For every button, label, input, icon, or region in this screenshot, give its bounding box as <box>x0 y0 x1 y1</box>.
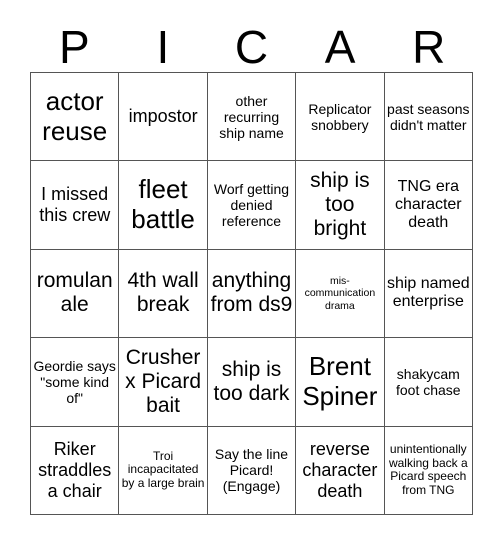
bingo-cell-text: reverse character death <box>302 439 378 501</box>
bingo-cell-text: anything from ds9 <box>210 269 293 317</box>
bingo-header: P I C A R <box>30 22 473 72</box>
header-letter: P <box>58 21 90 73</box>
bingo-cell-text: Riker straddles a chair <box>38 439 112 501</box>
header-letter: C <box>234 21 269 73</box>
bingo-cell[interactable]: Troi incapacitated by a large brain <box>119 426 208 515</box>
bingo-cell-text: Worf getting denied reference <box>213 180 290 230</box>
bingo-cell[interactable]: mis-communication drama <box>296 249 385 339</box>
bingo-cell[interactable]: ship is too bright <box>296 161 385 250</box>
bingo-cell[interactable]: Say the line Picard! (Engage) <box>207 426 297 515</box>
bingo-cell[interactable]: Brent Spiner <box>296 338 385 427</box>
bingo-cell[interactable]: Replicator snobbery <box>296 73 385 162</box>
bingo-cell[interactable]: Riker straddles a chair <box>31 426 120 515</box>
bingo-cell[interactable]: Worf getting denied reference <box>207 161 297 250</box>
bingo-cell-text: Crusher x Picard bait <box>125 345 202 417</box>
bingo-cell[interactable]: I missed this crew <box>31 161 120 250</box>
bingo-cell-text: ship is too dark <box>213 357 290 405</box>
bingo-cell[interactable]: actor reuse <box>31 73 120 162</box>
bingo-cell[interactable]: TNG era character death <box>384 161 473 250</box>
bingo-cell-text: romulan ale <box>36 269 113 317</box>
bingo-cell-text: Say the line Picard! (Engage) <box>214 446 289 495</box>
bingo-cell-text: 4th wall break <box>127 269 199 317</box>
bingo-cell-text: ship named enterprise <box>386 275 470 311</box>
bingo-cell-text: mis-communication drama <box>304 275 376 312</box>
bingo-cell[interactable]: Crusher x Picard bait <box>119 338 208 427</box>
bingo-cell-text: past seasons didn't matter <box>387 100 470 133</box>
bingo-cell[interactable]: reverse character death <box>296 426 385 515</box>
bingo-cell-text: TNG era character death <box>394 177 462 232</box>
bingo-cell[interactable]: other recurring ship name <box>207 73 297 162</box>
bingo-cell-text: Brent Spiner <box>302 351 378 411</box>
bingo-cell[interactable]: past seasons didn't matter <box>384 73 473 162</box>
bingo-cell-text: Replicator snobbery <box>308 100 372 133</box>
header-letter: I <box>156 21 170 73</box>
bingo-cell-text: shakycam foot chase <box>395 365 461 398</box>
bingo-cell[interactable]: 4th wall break <box>119 249 208 339</box>
header-letter: R <box>412 21 446 73</box>
bingo-cell[interactable]: romulan ale <box>31 249 120 339</box>
bingo-cell-text: other recurring ship name <box>219 92 284 141</box>
bingo-cell-text: fleet battle <box>131 174 195 235</box>
bingo-grid: actor reuse impostor other recurring ship … <box>30 72 473 515</box>
bingo-cell[interactable]: Geordie says "some kind of" <box>31 338 120 427</box>
header-letter: A <box>324 21 356 73</box>
bingo-cell[interactable]: unintentionally walking back a Picard sp… <box>384 426 473 515</box>
bingo-cell-text: Troi incapacitated by a large brain <box>121 448 205 491</box>
bingo-cell-text: actor reuse <box>42 85 108 146</box>
bingo-cell[interactable]: impostor <box>119 73 208 162</box>
bingo-cell[interactable]: ship named enterprise <box>384 249 473 339</box>
bingo-cell[interactable]: fleet battle <box>119 161 208 250</box>
bingo-cell-text: Geordie says "some kind of" <box>33 357 116 406</box>
bingo-cell[interactable]: anything from ds9 <box>207 249 297 339</box>
bingo-cell[interactable]: ship is too dark <box>207 338 297 427</box>
bingo-cell-text: I missed this crew <box>39 184 111 226</box>
bingo-cell-text: ship is too bright <box>310 168 370 241</box>
bingo-cell-text: impostor <box>128 106 198 127</box>
bingo-cell-text: unintentionally walking back a Picard sp… <box>388 441 468 498</box>
bingo-cell[interactable]: shakycam foot chase <box>384 338 473 427</box>
